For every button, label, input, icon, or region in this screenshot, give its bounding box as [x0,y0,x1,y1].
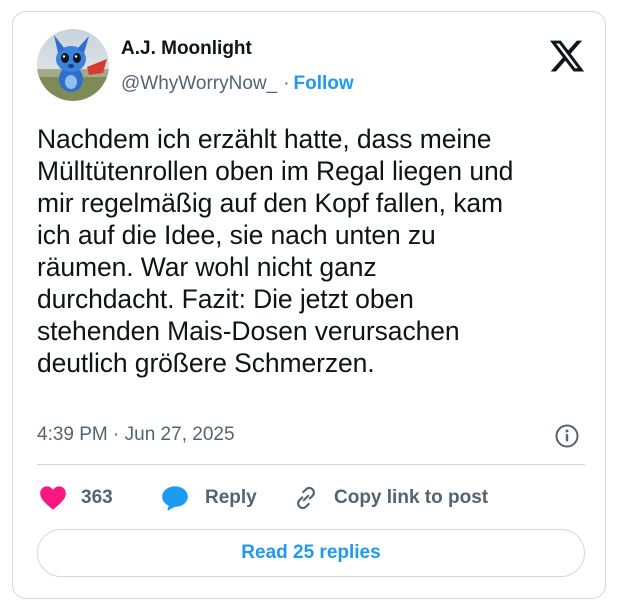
tweet-text-line: ich auf die Idee, sie nach unten zu [37,220,436,250]
tweet-text-line: stehenden Mais-Dosen verursachen [37,316,460,346]
tweet-text-line: Nachdem ich erzählt hatte, dass meine [37,124,492,154]
info-icon[interactable] [554,423,580,449]
display-name[interactable]: A.J. Moonlight [121,38,252,60]
separator-dot: · [283,73,290,94]
timestamp-link[interactable]: 4:39 PM · Jun 27, 2025 [37,424,235,446]
like-button[interactable]: 363 [39,483,113,513]
avatar-image [37,29,109,101]
handle-row: @WhyWorryNow_ · Follow [121,73,354,95]
avatar[interactable] [37,29,109,101]
user-handle[interactable]: @WhyWorryNow_ [121,73,277,94]
link-icon [297,486,315,510]
heart-icon [40,486,66,510]
tweet-text-line: mir regelmäßig auf den Kopf fallen, kam [37,188,503,218]
reply-button[interactable]: Reply [161,483,257,513]
tweet-text-line: Mülltütenrollen oben im Regal liegen und [37,156,514,186]
x-logo-icon[interactable] [548,37,586,75]
reply-label: Reply [205,487,257,508]
follow-button[interactable]: Follow [294,73,354,94]
tweet-text-line: durchdacht. Fazit: Die jetzt oben [37,284,414,314]
read-replies-button[interactable]: Read 25 replies [37,529,585,577]
divider [37,464,585,465]
like-count: 363 [81,487,113,508]
copy-link-button[interactable]: Copy link to post [292,483,488,513]
copy-link-label: Copy link to post [334,487,489,508]
speech-bubble-icon [162,486,188,511]
tweet-text-line: räumen. War wohl nicht ganz [37,252,377,282]
tweet-card: A.J. Moonlight @WhyWorryNow_ · Follow Nach… [12,11,606,599]
tweet-text-line: deutlich größere Schmerzen. [37,348,375,378]
tweet-text: Nachdem ich erzählt hatte, dass meine Mü… [37,123,597,379]
